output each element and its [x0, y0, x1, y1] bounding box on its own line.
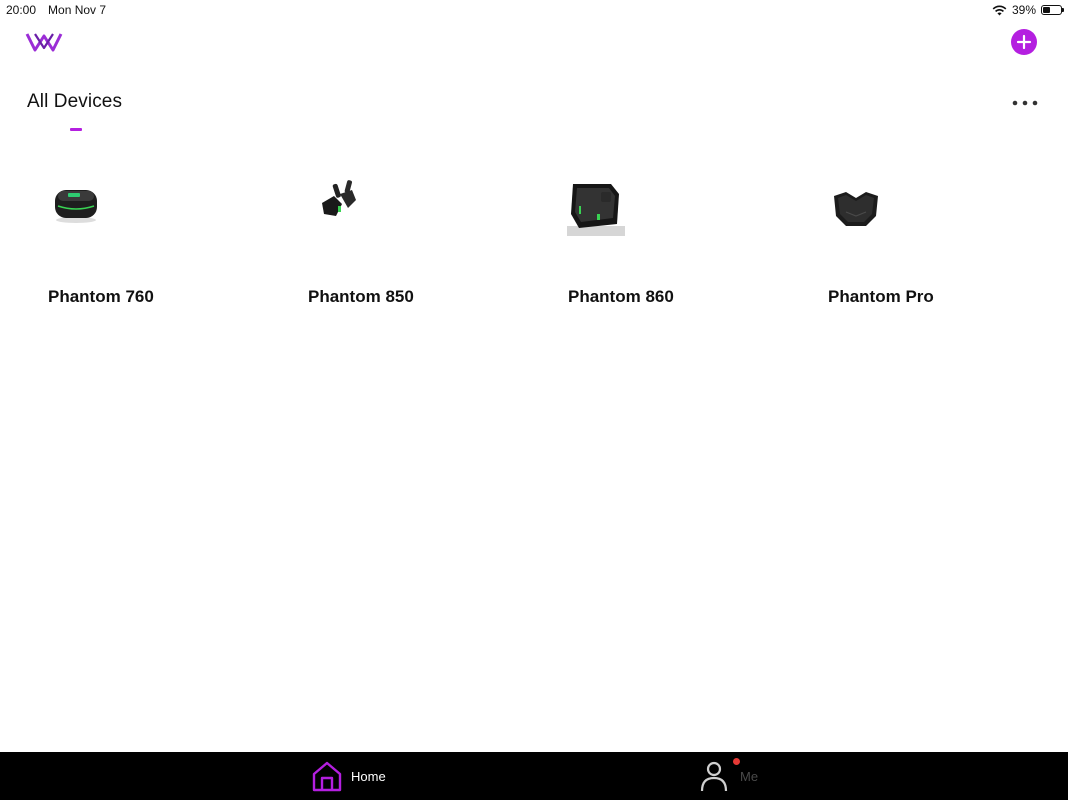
status-left: 20:00 Mon Nov 7	[6, 3, 106, 17]
device-card-phantom-860[interactable]: Phantom 860	[567, 160, 788, 320]
notification-badge	[733, 758, 740, 765]
brand-w-logo-icon	[25, 33, 63, 52]
add-device-button[interactable]	[1011, 29, 1037, 55]
tab-home-label: Home	[351, 768, 386, 784]
status-time: 20:00	[6, 3, 37, 17]
wifi-icon	[992, 5, 1007, 15]
battery-icon	[1041, 5, 1064, 15]
status-right: 39%	[992, 3, 1064, 17]
title-underline	[70, 128, 82, 131]
app-screen: 20:00 Mon Nov 7 39% All Devices Phantom …	[0, 0, 1068, 800]
device-card-phantom-pro[interactable]: Phantom Pro	[828, 160, 1048, 320]
battery-level	[1043, 7, 1050, 13]
tab-me[interactable]: Me	[698, 752, 758, 800]
battery-percent: 39%	[1011, 3, 1036, 17]
earbuds-case-square-icon	[567, 184, 625, 236]
status-bar: 20:00 Mon Nov 7 39%	[0, 0, 1068, 20]
tab-home[interactable]: Home	[310, 752, 386, 800]
more-options-button[interactable]	[1009, 93, 1041, 113]
device-name: Phantom Pro	[828, 287, 934, 306]
earbuds-case-icon	[55, 190, 97, 223]
more-horizontal-icon	[1012, 100, 1038, 106]
device-name: Phantom 850	[308, 287, 414, 306]
person-icon	[700, 761, 728, 792]
page-title: All Devices	[27, 91, 123, 112]
earbuds-icon	[322, 180, 356, 216]
home-icon	[312, 761, 342, 792]
tab-me-label: Me	[740, 768, 759, 784]
device-name: Phantom 860	[568, 287, 674, 306]
tab-bar: Home Me	[0, 752, 1068, 800]
earbuds-case-hex-icon	[834, 192, 878, 226]
device-card-phantom-850[interactable]: Phantom 850	[308, 160, 528, 320]
device-name: Phantom 760	[48, 287, 154, 306]
plus-circle-icon	[1016, 34, 1032, 50]
status-date: Mon Nov 7	[48, 3, 107, 17]
device-card-phantom-760[interactable]: Phantom 760	[48, 160, 268, 320]
